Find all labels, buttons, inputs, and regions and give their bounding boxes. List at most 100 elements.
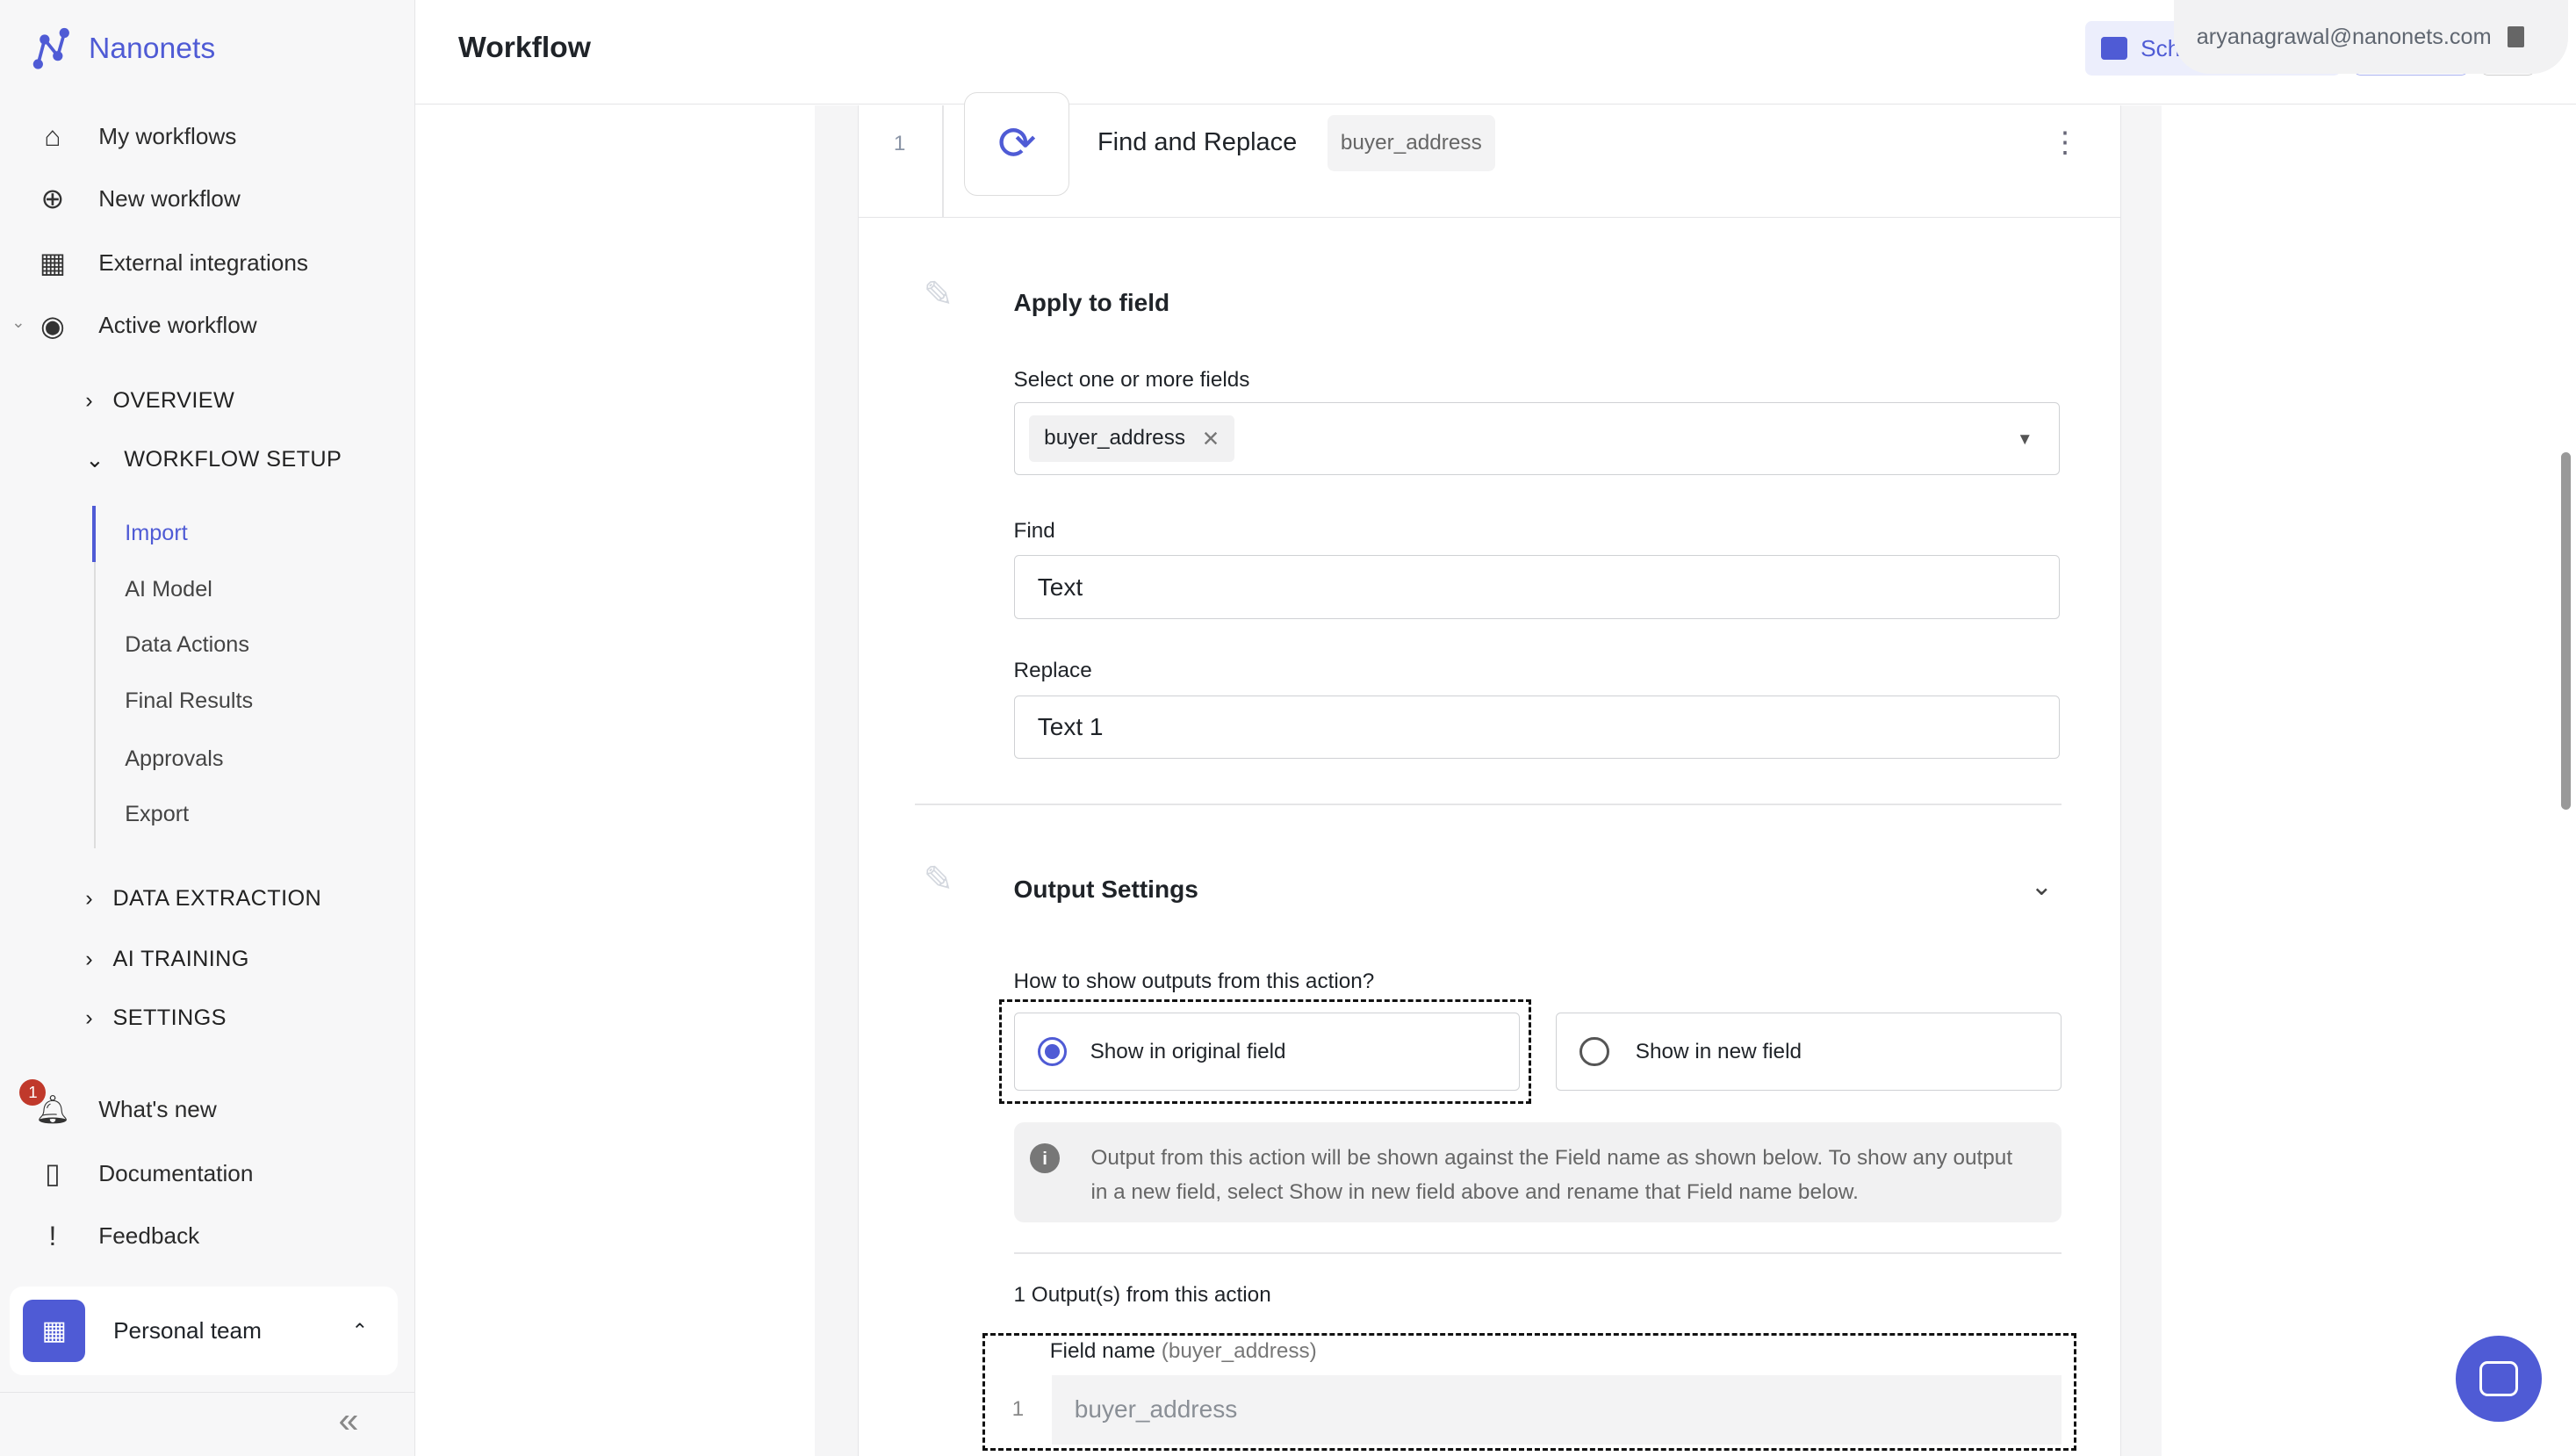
team-name: Personal team bbox=[113, 1317, 262, 1344]
chevron-right-icon: › bbox=[85, 946, 94, 971]
section-settings[interactable]: › SETTINGS bbox=[85, 1006, 227, 1031]
output-question: How to show outputs from this action? bbox=[1013, 969, 1375, 993]
nav-external-integrations[interactable]: ▦ External integrations bbox=[36, 247, 308, 279]
more-vert-icon[interactable]: ⋮ bbox=[2050, 125, 2080, 160]
user-email: aryanagrawal@nanonets.com bbox=[2196, 24, 2492, 49]
email-tooltip: aryanagrawal@nanonets.com bbox=[2173, 0, 2568, 75]
plus-circle-icon: ⊕ bbox=[40, 183, 65, 215]
section-ai-training[interactable]: › AI TRAINING bbox=[85, 947, 248, 972]
info-icon: i bbox=[1030, 1143, 1060, 1173]
building-icon: ▦ bbox=[23, 1300, 86, 1363]
section-overview[interactable]: › OVERVIEW bbox=[85, 388, 234, 414]
output-count: 1 Output(s) from this action bbox=[1013, 1283, 1271, 1308]
radio-unchecked-icon bbox=[1579, 1036, 1609, 1067]
radio-label: Show in new field bbox=[1635, 1039, 1802, 1063]
nav-active-workflow[interactable]: ◉ Active workflow bbox=[36, 309, 257, 342]
field-name-input[interactable]: buyer_address bbox=[1051, 1375, 2062, 1445]
pencil-icon: ✎ bbox=[923, 858, 954, 899]
widgets-icon: ▦ bbox=[39, 247, 66, 279]
setup-ai-model[interactable]: AI Model bbox=[125, 577, 212, 602]
replace-input[interactable]: Text 1 bbox=[1013, 695, 2061, 760]
action-tag: buyer_address bbox=[1327, 114, 1495, 171]
video-chat-icon bbox=[2101, 37, 2128, 61]
action-index: 1 bbox=[893, 131, 906, 155]
scrollbar[interactable] bbox=[2561, 451, 2572, 811]
field-name-label: Field name (buyer_address) bbox=[1050, 1339, 1317, 1364]
chevron-down-icon[interactable]: ⌄ bbox=[2031, 871, 2053, 902]
compass-icon: ◉ bbox=[40, 309, 65, 342]
nav-label: Documentation bbox=[98, 1159, 254, 1186]
chevron-right-icon: › bbox=[85, 1006, 94, 1031]
nav-my-workflows[interactable]: ⌂ My workflows bbox=[36, 120, 236, 153]
section-workflow-setup[interactable]: ⌄ WORKFLOW SETUP bbox=[85, 447, 342, 473]
radio-checked-icon bbox=[1037, 1036, 1068, 1067]
copy-icon[interactable] bbox=[2508, 25, 2525, 48]
setup-final-results[interactable]: Final Results bbox=[125, 688, 253, 714]
nav-feedback[interactable]: ! Feedback bbox=[36, 1219, 199, 1251]
setup-import[interactable]: Import bbox=[125, 521, 188, 546]
field-chip: buyer_address ✕ bbox=[1029, 415, 1234, 462]
nav-new-workflow[interactable]: ⊕ New workflow bbox=[36, 183, 241, 215]
find-label: Find bbox=[1013, 519, 1055, 544]
notification-badge: 1 bbox=[19, 1079, 47, 1106]
page-title: Workflow bbox=[458, 31, 591, 64]
team-switcher[interactable]: ▦ Personal team ⌃ bbox=[10, 1287, 398, 1376]
nav-label: External integrations bbox=[98, 249, 308, 276]
radio-label: Show in original field bbox=[1090, 1039, 1286, 1063]
nav-label: What's new bbox=[98, 1095, 217, 1122]
apply-title: Apply to field bbox=[1013, 289, 1170, 317]
nav-label: Feedback bbox=[98, 1222, 200, 1249]
nav-label: Active workflow bbox=[98, 311, 257, 338]
row-index: 1 bbox=[1011, 1396, 1025, 1421]
info-text: Output from this action will be shown ag… bbox=[1090, 1145, 2013, 1204]
nanonets-logo-icon bbox=[32, 27, 69, 69]
feedback-icon: ! bbox=[48, 1219, 57, 1251]
nav-whats-new[interactable]: 🔔︎ 1 What's new bbox=[19, 1079, 217, 1125]
chevron-up-icon: ⌃ bbox=[351, 1319, 369, 1342]
action-title: Find and Replace bbox=[1097, 127, 1298, 156]
header: Workflow Sch aryanagrawal@nanonets.com bbox=[415, 0, 2576, 105]
chat-icon bbox=[2479, 1361, 2518, 1396]
close-icon[interactable]: ✕ bbox=[1202, 426, 1220, 452]
nav-documentation[interactable]: ▯ Documentation bbox=[36, 1157, 253, 1189]
output-title: Output Settings bbox=[1013, 876, 1198, 904]
label-hint: (buyer_address) bbox=[1161, 1339, 1317, 1364]
radio-original-field[interactable]: Show in original field bbox=[1013, 1012, 1520, 1092]
app-name: Nanonets bbox=[89, 32, 216, 66]
setup-approvals[interactable]: Approvals bbox=[125, 746, 223, 772]
active-indicator bbox=[91, 506, 96, 562]
chevron-down-icon[interactable]: ⌄ bbox=[11, 313, 25, 332]
label-text: Field name bbox=[1049, 1339, 1155, 1364]
home-icon: ⌂ bbox=[44, 119, 61, 152]
collapse-sidebar-icon[interactable]: « bbox=[338, 1400, 358, 1441]
section-data-extraction[interactable]: › DATA EXTRACTION bbox=[85, 886, 321, 912]
radio-new-field[interactable]: Show in new field bbox=[1556, 1012, 2062, 1092]
field-select[interactable]: buyer_address ✕ ▼ bbox=[1013, 402, 2061, 475]
section-label: WORKFLOW SETUP bbox=[124, 447, 342, 472]
logo[interactable]: Nanonets bbox=[30, 26, 216, 72]
info-box: i Output from this action will be shown … bbox=[1013, 1122, 2062, 1223]
replace-label: Replace bbox=[1013, 659, 1092, 683]
nav-label: My workflows bbox=[98, 122, 237, 149]
pencil-icon: ✎ bbox=[923, 273, 954, 314]
section-label: OVERVIEW bbox=[112, 387, 235, 413]
dropdown-arrow-icon: ▼ bbox=[2017, 429, 2033, 448]
select-label: Select one or more fields bbox=[1013, 368, 1250, 393]
section-label: AI TRAINING bbox=[112, 946, 249, 971]
chevron-right-icon: › bbox=[85, 885, 94, 911]
divider bbox=[915, 804, 2062, 805]
section-label: DATA EXTRACTION bbox=[112, 885, 322, 911]
bell-icon: 🔔︎ 1 bbox=[19, 1079, 70, 1125]
book-icon: ▯ bbox=[45, 1157, 61, 1190]
setup-export[interactable]: Export bbox=[125, 802, 189, 827]
chip-label: buyer_address bbox=[1044, 425, 1186, 450]
find-replace-icon: ⟳ bbox=[964, 91, 1070, 196]
find-input[interactable]: Text bbox=[1013, 555, 2061, 620]
nav-label: New workflow bbox=[98, 184, 241, 212]
chevron-down-icon: ⌄ bbox=[85, 447, 104, 472]
section-label: SETTINGS bbox=[112, 1006, 227, 1031]
setup-data-actions[interactable]: Data Actions bbox=[125, 632, 249, 658]
chevron-right-icon: › bbox=[85, 387, 94, 413]
chat-button[interactable] bbox=[2456, 1336, 2542, 1422]
sidebar: Nanonets ⌂ My workflows ⊕ New workflow ▦ Ex… bbox=[0, 0, 415, 1456]
